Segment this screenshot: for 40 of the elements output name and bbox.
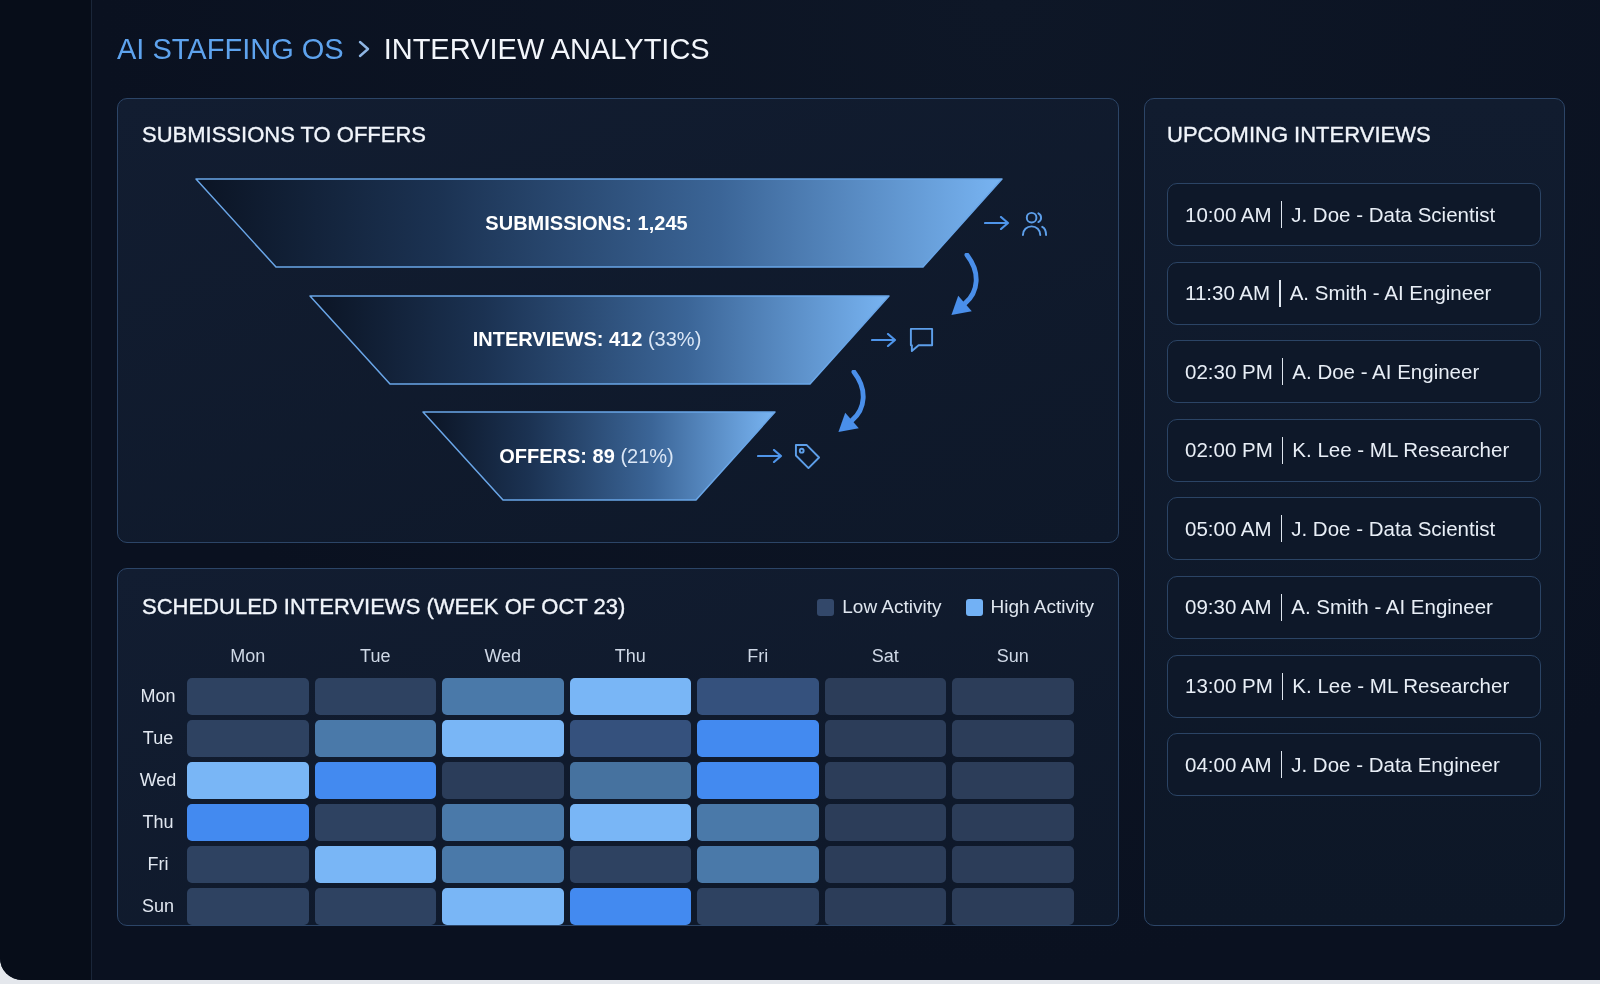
day-column-label: Wed — [483, 645, 523, 667]
page-title: INTERVIEW ANALYTICS — [383, 32, 710, 66]
funnel-stage-label: SUBMISSIONS: 1,245 — [485, 211, 688, 235]
tag-icon — [794, 442, 821, 470]
breadcrumb-link[interactable]: AI STAFFING OS — [117, 32, 344, 66]
interview-item[interactable]: 10:00 AM J. Doe - Data Scientist — [1167, 183, 1541, 246]
funnel-stage-label: OFFERS: 89 (21%) — [499, 444, 674, 468]
day-column-label: Mon — [229, 645, 267, 667]
chat-bubble-icon — [908, 326, 935, 353]
interview-item[interactable]: 09:30 AM A. Smith - AI Engineer — [1167, 575, 1541, 639]
arrow-right-icon — [871, 332, 897, 347]
day-column-label: Fri — [746, 645, 770, 667]
day-column-label: Sun — [995, 645, 1030, 667]
interview-item[interactable]: 13:00 PM K. Lee - ML Researcher — [1167, 654, 1541, 718]
interview-item[interactable]: 02:30 PM A. Doe - AI Engineer — [1167, 340, 1541, 404]
day-row-label: Sun — [141, 895, 175, 918]
chevron-right-icon — [357, 40, 370, 58]
legend-label: High Activity — [990, 596, 1094, 618]
day-row-label: Tue — [141, 727, 175, 750]
interview-item[interactable]: 02:00 PM K. Lee - ML Researcher — [1167, 418, 1541, 482]
day-column-label: Sat — [870, 645, 900, 667]
day-row-label: Thu — [141, 811, 175, 834]
interview-item[interactable]: 05:00 AM J. Doe - Data Scientist — [1167, 497, 1541, 561]
curved-arrow-icon — [949, 253, 981, 317]
interview-item[interactable]: 11:30 AM A. Smith - AI Engineer — [1167, 261, 1541, 325]
day-row-label: Wed — [138, 769, 178, 792]
interview-item[interactable]: 04:00 AM J. Doe - Data Engineer — [1167, 733, 1541, 797]
panel-title: UPCOMING INTERVIEWS — [1167, 122, 1432, 148]
arrow-right-icon — [757, 449, 783, 463]
funnel-stage-label: INTERVIEWS: 412 (33%) — [472, 328, 702, 351]
day-row-label: Mon — [139, 685, 177, 708]
day-column-label: Thu — [613, 645, 647, 667]
panel-title: SCHEDULED INTERVIEWS (WEEK OF OCT 23) — [142, 594, 626, 620]
legend-label: Low Activity — [842, 596, 942, 618]
day-column-label: Tue — [359, 645, 392, 667]
curved-arrow-icon — [836, 369, 868, 434]
arrow-right-icon — [984, 216, 1010, 230]
day-row-label: Fri — [146, 853, 170, 876]
users-icon — [1021, 209, 1048, 237]
panel-title: SUBMISSIONS TO OFFERS — [142, 122, 427, 148]
